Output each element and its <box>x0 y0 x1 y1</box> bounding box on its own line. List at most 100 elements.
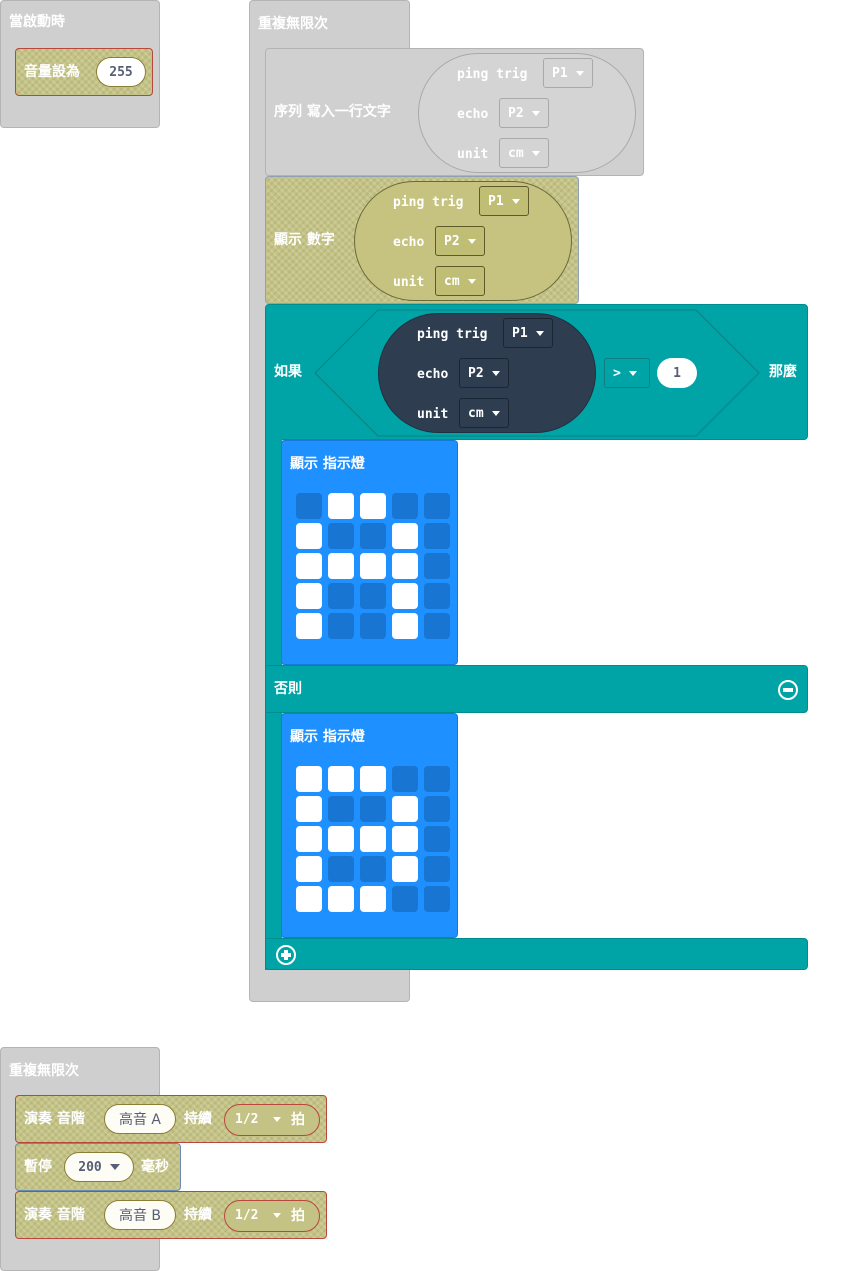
led-cell-0-4[interactable] <box>424 493 450 519</box>
led-cell-2-3[interactable] <box>392 826 418 852</box>
led-cell-0-1[interactable] <box>328 766 354 792</box>
if-unit-dropdown[interactable]: cm <box>459 398 509 428</box>
led-cell-2-2[interactable] <box>360 826 386 852</box>
led-cell-2-4[interactable] <box>424 553 450 579</box>
led-cell-0-3[interactable] <box>392 766 418 792</box>
led-cell-1-2[interactable] <box>360 523 386 549</box>
show-leds-then-block[interactable]: 顯示 指示燈 <box>281 440 458 665</box>
led-cell-0-2[interactable] <box>360 766 386 792</box>
led-cell-1-1[interactable] <box>328 523 354 549</box>
led-cell-0-4[interactable] <box>424 766 450 792</box>
led-cell-0-0[interactable] <box>296 766 322 792</box>
operator-dropdown[interactable]: > <box>604 358 650 388</box>
number-unit-dropdown[interactable]: cm <box>435 266 485 296</box>
pause-block[interactable]: 暫停 200 毫秒 <box>15 1143 181 1191</box>
led-cell-2-0[interactable] <box>296 826 322 852</box>
serial-trig-pin-dropdown[interactable]: P1 <box>543 58 593 88</box>
led-cell-2-2[interactable] <box>360 553 386 579</box>
led-cell-4-2[interactable] <box>360 613 386 639</box>
led-cell-1-4[interactable] <box>424 796 450 822</box>
if-echo-pin-dropdown[interactable]: P2 <box>459 358 509 388</box>
chevron-down-icon <box>575 70 584 76</box>
minus-circle-icon[interactable] <box>778 680 798 700</box>
led-cell-3-2[interactable] <box>360 583 386 609</box>
led-cell-3-1[interactable] <box>328 856 354 882</box>
chevron-down-icon <box>491 410 500 416</box>
note-input-1[interactable]: 高音 A <box>104 1104 176 1134</box>
if-ping-reporter[interactable]: ping trig P1 echo P2 unit cm <box>378 313 596 433</box>
led-cell-1-3[interactable] <box>392 796 418 822</box>
play-tone-block-1[interactable]: 演奏 音階 高音 A 持續 1/2 拍 <box>15 1095 327 1143</box>
led-cell-0-3[interactable] <box>392 493 418 519</box>
beat-value-1[interactable]: 1/2 <box>235 1111 258 1129</box>
led-cell-3-0[interactable] <box>296 583 322 609</box>
show-number-ping-reporter[interactable]: ping trig P1 echo P2 unit cm <box>354 181 572 301</box>
set-volume-block[interactable]: 音量設為 255 <box>15 48 153 96</box>
led-cell-3-1[interactable] <box>328 583 354 609</box>
serial-write-line-block[interactable]: 序列 寫入一行文字 ping trig P1 echo P2 unit cm <box>265 48 644 176</box>
led-cell-1-1[interactable] <box>328 796 354 822</box>
play-tone-block-2[interactable]: 演奏 音階 高音 B 持續 1/2 拍 <box>15 1191 327 1239</box>
led-cell-4-1[interactable] <box>328 613 354 639</box>
if-unit-value: cm <box>468 405 484 421</box>
led-cell-3-4[interactable] <box>424 583 450 609</box>
led-cell-4-1[interactable] <box>328 886 354 912</box>
compare-value-input[interactable]: 1 <box>657 358 697 388</box>
led-cell-0-0[interactable] <box>296 493 322 519</box>
led-cell-4-4[interactable] <box>424 613 450 639</box>
chevron-down-icon <box>491 370 500 376</box>
serial-echo-label: echo <box>457 107 489 122</box>
volume-value-input[interactable]: 255 <box>96 57 146 87</box>
if-header[interactable]: 如果 ping trig P1 echo P2 unit cm > 1 那麼 <box>265 304 808 440</box>
led-cell-3-0[interactable] <box>296 856 322 882</box>
led-cell-1-0[interactable] <box>296 796 322 822</box>
number-echo-pin-dropdown[interactable]: P2 <box>435 226 485 256</box>
led-cell-2-3[interactable] <box>392 553 418 579</box>
led-cell-0-1[interactable] <box>328 493 354 519</box>
led-cell-3-3[interactable] <box>392 856 418 882</box>
led-cell-4-0[interactable] <box>296 886 322 912</box>
if-unit-label: unit <box>417 407 449 422</box>
led-cell-3-3[interactable] <box>392 583 418 609</box>
else-bar[interactable]: 否則 <box>265 665 808 713</box>
plus-circle-icon[interactable] <box>276 945 296 965</box>
led-matrix-then[interactable] <box>296 493 450 639</box>
else-label: 否則 <box>274 681 302 697</box>
led-cell-1-3[interactable] <box>392 523 418 549</box>
led-cell-4-3[interactable] <box>392 886 418 912</box>
led-cell-2-0[interactable] <box>296 553 322 579</box>
led-cell-1-4[interactable] <box>424 523 450 549</box>
led-cell-2-4[interactable] <box>424 826 450 852</box>
show-leds-else-block[interactable]: 顯示 指示燈 <box>281 713 458 938</box>
beat-reporter-1[interactable]: 1/2 拍 <box>224 1104 320 1136</box>
led-cell-4-2[interactable] <box>360 886 386 912</box>
led-cell-0-2[interactable] <box>360 493 386 519</box>
compare-value: 1 <box>673 365 681 381</box>
led-cell-1-2[interactable] <box>360 796 386 822</box>
chevron-down-icon <box>273 1117 281 1122</box>
led-matrix-else[interactable] <box>296 766 450 912</box>
serial-unit-dropdown[interactable]: cm <box>499 138 549 168</box>
led-cell-4-0[interactable] <box>296 613 322 639</box>
led-cell-3-4[interactable] <box>424 856 450 882</box>
serial-echo-pin-dropdown[interactable]: P2 <box>499 98 549 128</box>
serial-ping-reporter[interactable]: ping trig P1 echo P2 unit cm <box>418 53 636 173</box>
led-cell-4-4[interactable] <box>424 886 450 912</box>
chevron-down-icon <box>531 150 540 156</box>
serial-trig-pin-value: P1 <box>552 65 568 81</box>
led-cell-1-0[interactable] <box>296 523 322 549</box>
beat-reporter-2[interactable]: 1/2 拍 <box>224 1200 320 1232</box>
beat-value-2[interactable]: 1/2 <box>235 1207 258 1225</box>
pause-value-dropdown[interactable]: 200 <box>64 1152 134 1182</box>
if-trig-pin-dropdown[interactable]: P1 <box>503 318 553 348</box>
led-cell-3-2[interactable] <box>360 856 386 882</box>
number-trig-pin-dropdown[interactable]: P1 <box>479 186 529 216</box>
if-echo-pin-value: P2 <box>468 365 484 381</box>
note-input-2[interactable]: 高音 B <box>104 1200 176 1230</box>
forever-label: 重複無限次 <box>258 16 328 32</box>
show-number-block[interactable]: 顯示 數字 ping trig P1 echo P2 unit cm <box>265 176 579 304</box>
led-cell-2-1[interactable] <box>328 826 354 852</box>
led-cell-4-3[interactable] <box>392 613 418 639</box>
led-cell-2-1[interactable] <box>328 553 354 579</box>
if-footer[interactable] <box>265 938 808 970</box>
